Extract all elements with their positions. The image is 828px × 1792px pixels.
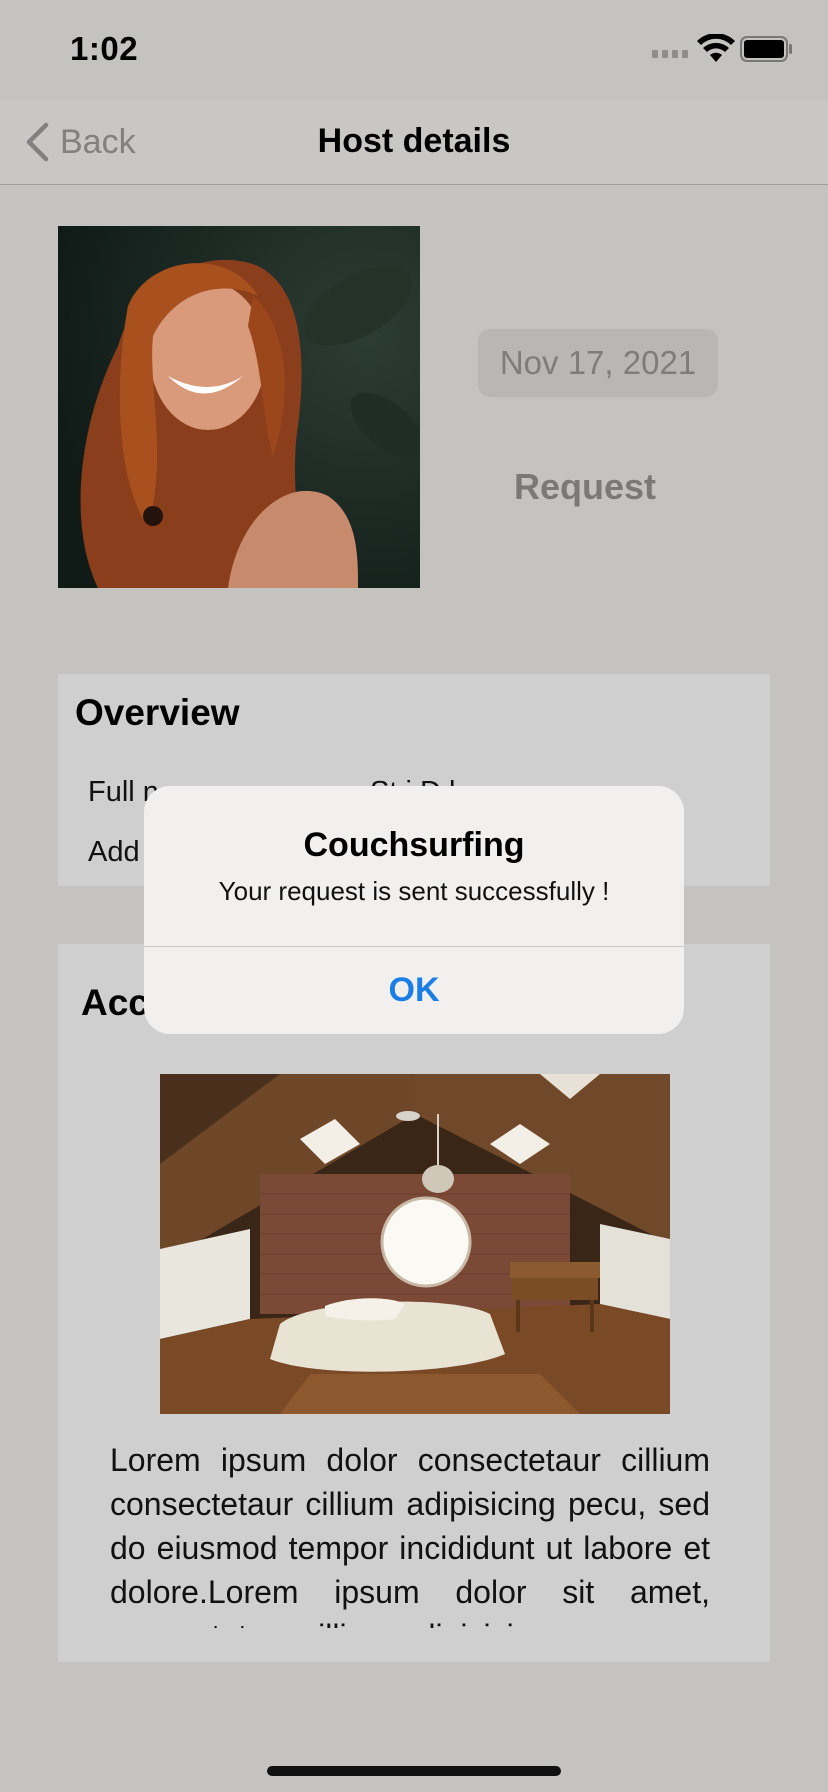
room-photo <box>160 1074 670 1414</box>
success-alert: Couchsurfing Your request is sent succes… <box>144 786 684 1034</box>
accommodation-description: Lorem ipsum dolor consectetaur cillium c… <box>110 1442 710 1628</box>
home-indicator[interactable] <box>267 1766 561 1776</box>
accommodation-card: Acc Lorem ipsum dolor consectetaur cilli… <box>58 944 770 1662</box>
overview-label-address: Add <box>88 836 140 868</box>
battery-icon <box>740 36 792 62</box>
cellular-signal-icon <box>652 50 688 58</box>
alert-message: Your request is sent successfully ! <box>218 876 610 906</box>
host-photo <box>58 226 420 588</box>
date-picker[interactable]: Nov 17, 2021 <box>478 329 718 397</box>
overview-title: Overview <box>75 692 240 733</box>
wifi-icon <box>697 34 735 62</box>
status-time: 1:02 <box>70 30 139 67</box>
host-details-screen: 1:02 Back Host details Nov 17, 2021 Requ… <box>0 0 828 1792</box>
alert-ok-button[interactable]: OK <box>144 947 684 1034</box>
alert-title: Couchsurfing <box>303 826 525 864</box>
navigation-bar: Back Host details <box>0 100 828 185</box>
accommodation-title: Acc <box>81 982 149 1023</box>
request-button[interactable]: Request <box>478 466 692 508</box>
page-title: Host details <box>317 122 511 160</box>
